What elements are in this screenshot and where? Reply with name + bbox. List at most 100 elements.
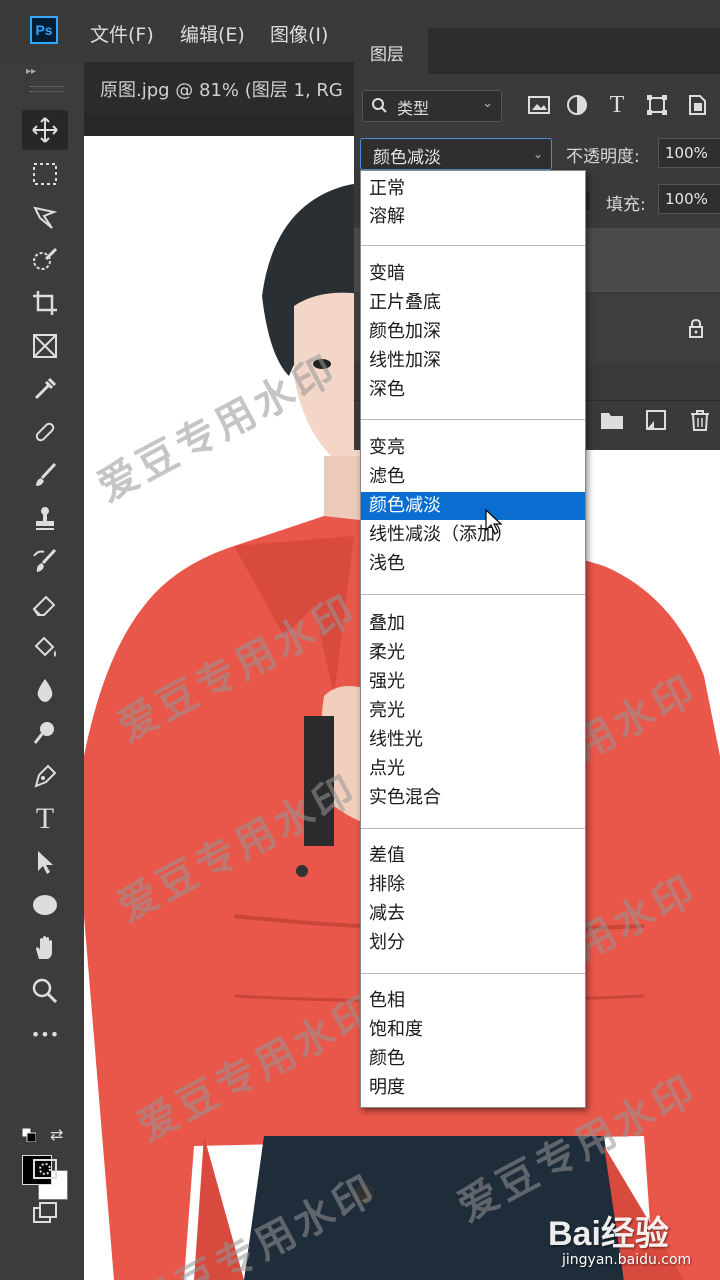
frame-tool[interactable] <box>22 326 68 366</box>
blend-option-lighten[interactable]: 变亮 <box>361 434 585 462</box>
type-tool[interactable]: T <box>22 799 68 839</box>
hand-icon <box>36 936 52 959</box>
lasso-tool[interactable] <box>22 197 68 237</box>
filter-smart-object-button[interactable] <box>684 92 710 118</box>
dropdown-separator <box>361 594 585 595</box>
eraser-tool[interactable] <box>22 584 68 624</box>
more-tools[interactable]: ••• <box>22 1014 68 1054</box>
blend-option-subtract[interactable]: 减去 <box>361 900 585 928</box>
blend-option-overlay[interactable]: 叠加 <box>361 610 585 638</box>
chevron-down-icon: ⌄ <box>532 147 543 161</box>
blend-option-normal[interactable]: 正常 <box>361 175 585 203</box>
mouse-pointer-icon <box>485 508 503 535</box>
blur-tool[interactable] <box>22 670 68 710</box>
blend-option-darker-color[interactable]: 深色 <box>361 376 585 404</box>
filter-adjustment-button[interactable] <box>564 92 590 118</box>
screen-mode-button[interactable] <box>22 1193 68 1233</box>
menu-image[interactable]: 图像(I) <box>270 20 328 47</box>
photoshop-logo[interactable]: Ps <box>30 16 58 44</box>
blend-option-hue[interactable]: 色相 <box>361 987 585 1015</box>
folder-icon[interactable] <box>600 409 624 431</box>
blend-option-difference[interactable]: 差值 <box>361 842 585 870</box>
pen-tool[interactable] <box>22 756 68 796</box>
marquee-icon <box>33 163 57 185</box>
more-tools-icon: ••• <box>30 1024 60 1044</box>
ellipse-icon <box>33 895 57 915</box>
quick-select-tool[interactable] <box>22 240 68 280</box>
trash-icon[interactable] <box>688 409 712 431</box>
blend-option-darken[interactable]: 变暗 <box>361 260 585 288</box>
blend-option-screen[interactable]: 滤色 <box>361 463 585 491</box>
blend-option-color-burn[interactable]: 颜色加深 <box>361 318 585 346</box>
filter-type-button[interactable]: T <box>604 92 630 118</box>
dropdown-separator <box>361 973 585 974</box>
path-select-tool[interactable] <box>22 842 68 882</box>
crop-tool[interactable] <box>22 283 68 323</box>
chevron-down-icon: ⌄ <box>482 96 493 111</box>
panel-collapse-icon[interactable]: ▸▸ <box>26 66 36 77</box>
blend-option-dissolve[interactable]: 溶解 <box>361 203 585 231</box>
blend-option-soft-light[interactable]: 柔光 <box>361 639 585 667</box>
blend-option-linear-burn[interactable]: 线性加深 <box>361 347 585 375</box>
ellipse-tool[interactable] <box>22 885 68 925</box>
image-icon <box>528 96 550 114</box>
tools-panel: ▸▸ T ••• ⇄ <box>0 62 84 1280</box>
swap-colors-icon[interactable]: ⇄ <box>50 1125 63 1144</box>
blend-option-luminosity[interactable]: 明度 <box>361 1074 585 1102</box>
blend-option-color[interactable]: 颜色 <box>361 1045 585 1073</box>
dodge-tool[interactable] <box>22 713 68 753</box>
opacity-input[interactable]: 100% <box>658 138 720 168</box>
blend-option-divide[interactable]: 划分 <box>361 929 585 957</box>
blend-option-pin-light[interactable]: 点光 <box>361 755 585 783</box>
paint-bucket-tool[interactable] <box>22 627 68 667</box>
lasso-icon <box>33 206 58 229</box>
new-layer-icon[interactable] <box>644 409 668 431</box>
dropdown-separator <box>361 419 585 420</box>
eraser-icon <box>32 595 56 616</box>
search-icon <box>372 98 387 113</box>
blend-option-hard-light[interactable]: 强光 <box>361 668 585 696</box>
blend-option-lighter-color[interactable]: 浅色 <box>361 550 585 578</box>
document-tab[interactable]: 原图.jpg @ 81% (图层 1, RG <box>84 62 360 114</box>
clone-stamp-icon <box>36 507 54 530</box>
panel-grip[interactable] <box>30 86 64 92</box>
filter-pixel-button[interactable] <box>526 92 552 118</box>
blend-option-linear-light[interactable]: 线性光 <box>361 726 585 754</box>
blend-option-saturation[interactable]: 饱和度 <box>361 1016 585 1044</box>
brush-tool[interactable] <box>22 455 68 495</box>
crop-icon <box>33 291 57 315</box>
blend-option-multiply[interactable]: 正片叠底 <box>361 289 585 317</box>
menu-file[interactable]: 文件(F) <box>90 20 154 47</box>
blend-option-hard-mix[interactable]: 实色混合 <box>361 784 585 812</box>
dodge-icon <box>33 722 54 744</box>
layer-filter-select[interactable]: 类型 ⌄ <box>362 90 502 122</box>
zoom-tool[interactable] <box>22 971 68 1011</box>
history-brush-icon <box>33 548 57 572</box>
eyedropper-icon <box>34 377 57 400</box>
fill-input[interactable]: 100% <box>658 184 720 214</box>
marquee-tool[interactable] <box>22 154 68 194</box>
blend-option-exclusion[interactable]: 排除 <box>361 871 585 899</box>
menu-edit[interactable]: 编辑(E) <box>180 20 245 47</box>
default-colors-icon[interactable] <box>22 1128 36 1142</box>
hand-tool[interactable] <box>22 928 68 968</box>
eyedropper-tool[interactable] <box>22 369 68 409</box>
quick-mask-button[interactable] <box>22 1149 68 1189</box>
blend-option-color-dodge[interactable]: 颜色减淡 <box>361 492 585 520</box>
move-tool[interactable] <box>22 110 68 150</box>
clone-stamp-tool[interactable] <box>22 498 68 538</box>
blend-mode-select[interactable]: 颜色减淡 ⌄ <box>360 138 552 170</box>
screen-mode-icon <box>33 1202 57 1223</box>
blend-option-vivid-light[interactable]: 亮光 <box>361 697 585 725</box>
tab-layers[interactable]: 图层 <box>354 28 428 74</box>
blur-icon <box>37 679 53 702</box>
healing-brush-tool[interactable] <box>22 412 68 452</box>
blend-option-linear-dodge[interactable]: 线性减淡（添加） <box>361 521 585 549</box>
adjustment-icon <box>567 95 587 115</box>
move-icon <box>32 117 58 143</box>
blend-mode-dropdown: 正常 溶解 变暗 正片叠底 颜色加深 线性加深 深色 变亮 滤色 颜色减淡 线性… <box>360 170 586 1108</box>
blend-mode-value: 颜色减淡 <box>373 148 441 168</box>
filter-shape-button[interactable] <box>644 92 670 118</box>
quick-select-icon <box>33 247 58 270</box>
history-brush-tool[interactable] <box>22 541 68 581</box>
